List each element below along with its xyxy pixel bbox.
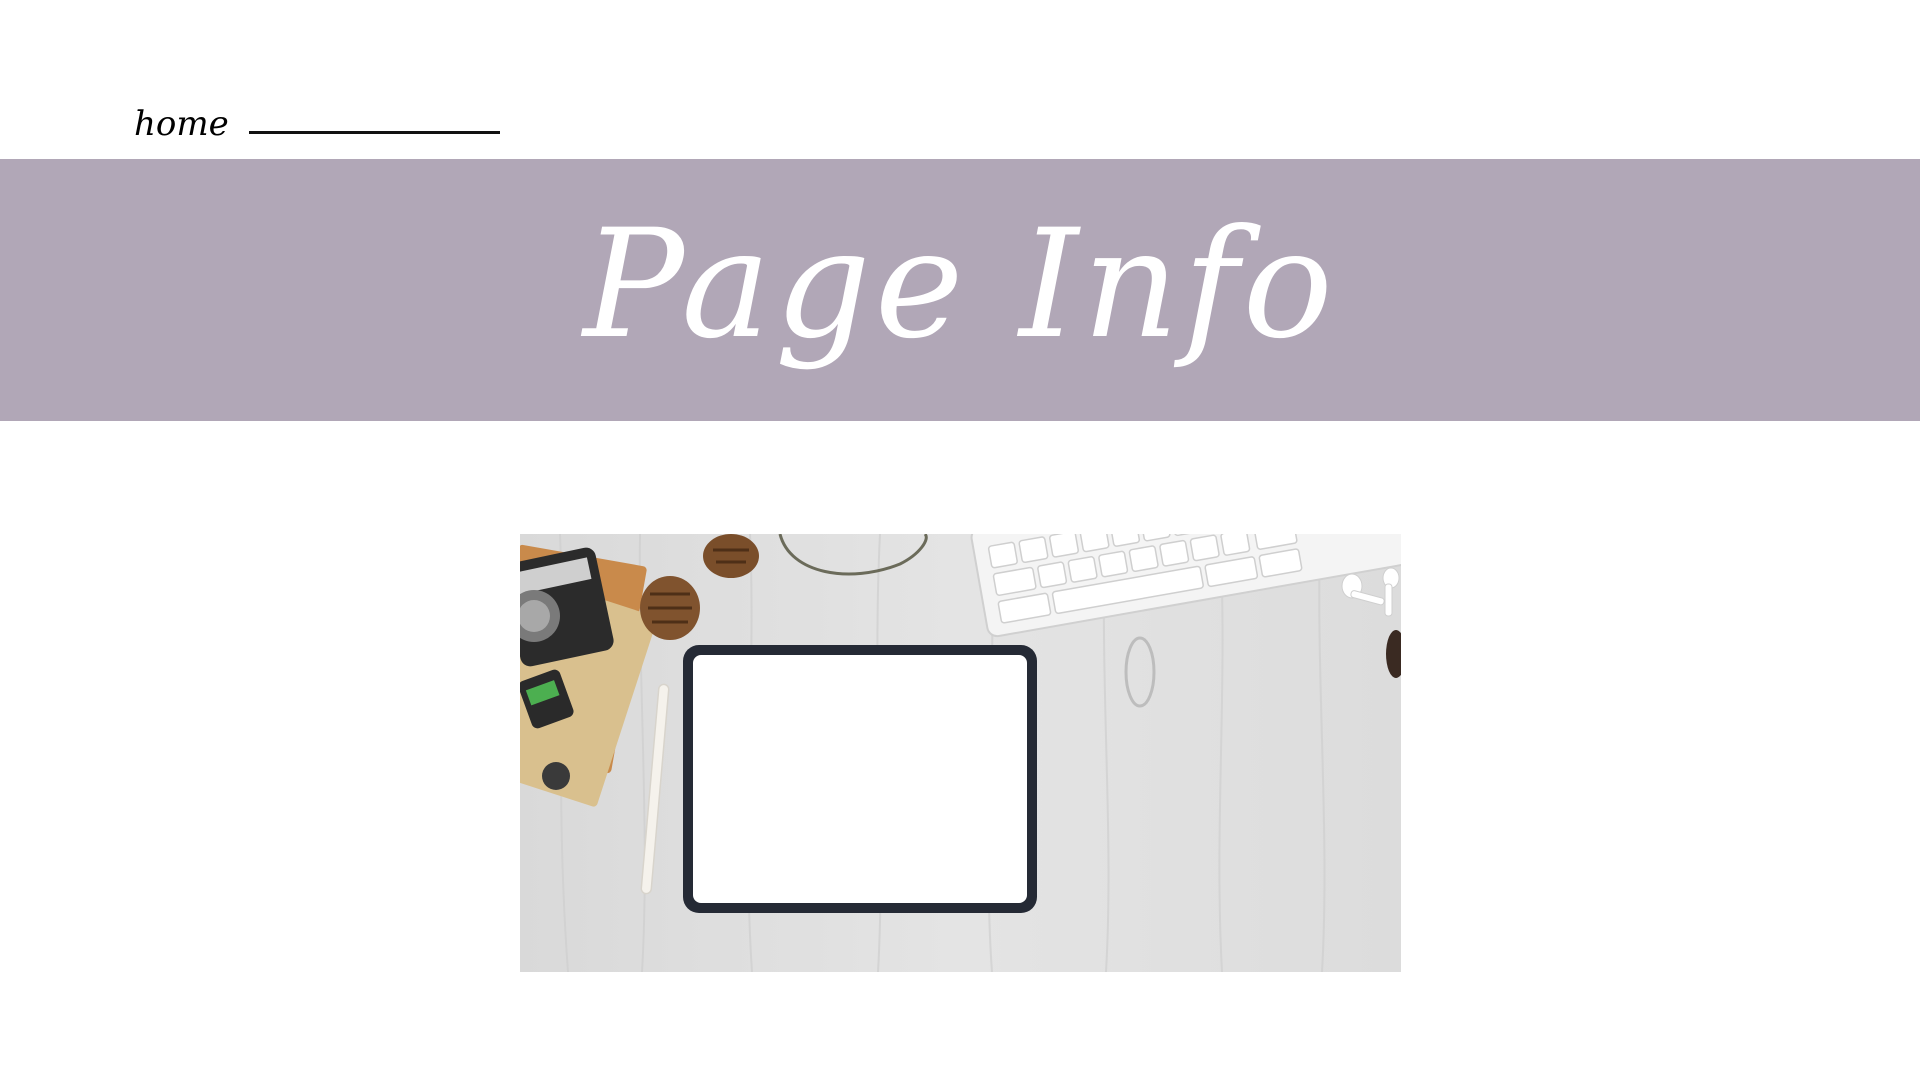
- tablet-icon: [683, 645, 1037, 913]
- desk-flatlay-image: [520, 534, 1401, 972]
- nav-divider-line: [249, 131, 500, 134]
- page-title: Page Info: [583, 198, 1337, 372]
- page: home Page Info: [0, 0, 1920, 1080]
- title-banner: Page Info: [0, 159, 1920, 421]
- nav-home-link[interactable]: home: [134, 104, 229, 144]
